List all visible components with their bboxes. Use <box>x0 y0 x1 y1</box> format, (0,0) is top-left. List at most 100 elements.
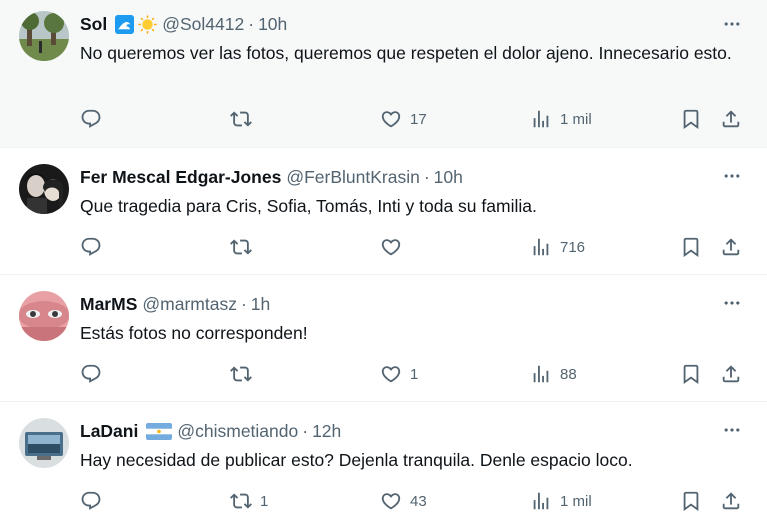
share-icon <box>720 236 742 258</box>
like-count: 1 <box>410 365 419 383</box>
tweet-header: Sol @Sol4412 · 10h <box>80 12 287 36</box>
share-icon <box>720 363 742 385</box>
bookmark-icon <box>680 490 702 512</box>
share-icon <box>720 108 742 130</box>
like-count: 43 <box>410 492 427 510</box>
avatar[interactable] <box>19 164 69 214</box>
like-icon <box>380 490 402 512</box>
view-count: 1 mil <box>560 492 592 510</box>
share-button[interactable] <box>720 489 742 513</box>
reply-button[interactable] <box>80 489 110 513</box>
share-button[interactable] <box>720 107 742 131</box>
retweet-icon <box>230 108 252 130</box>
bookmark-icon <box>680 108 702 130</box>
like-button[interactable] <box>380 235 410 259</box>
views-icon <box>530 236 552 258</box>
tweet-feed: Sol @Sol4412 · 10h No queremos ver las f… <box>0 0 767 517</box>
separator-dot: · <box>423 166 430 187</box>
retweet-button[interactable] <box>230 107 260 131</box>
reply-icon <box>80 490 102 512</box>
action-bar: 1 88 <box>80 362 750 386</box>
wave-emoji <box>115 14 135 34</box>
reply-tweet[interactable]: LaDani @chismetiando · 12h Hay necesidad… <box>0 402 767 517</box>
avatar[interactable] <box>19 418 69 468</box>
bookmark-button[interactable] <box>680 362 702 386</box>
display-name[interactable]: Fer Mescal Edgar-Jones <box>80 167 281 188</box>
retweet-button[interactable]: 1 <box>230 489 268 513</box>
like-icon <box>380 108 402 130</box>
bookmark-button[interactable] <box>680 489 702 513</box>
timestamp[interactable]: 12h <box>312 421 341 442</box>
tweet-header: Fer Mescal Edgar-Jones @FerBluntKrasin ·… <box>80 165 463 189</box>
view-count: 1 mil <box>560 110 592 128</box>
like-button[interactable]: 1 <box>380 362 418 386</box>
reply-button[interactable] <box>80 362 110 386</box>
timestamp[interactable]: 10h <box>434 167 463 188</box>
share-button[interactable] <box>720 235 742 259</box>
separator-dot: · <box>248 13 255 34</box>
tweet-text: No queremos ver las fotos, queremos que … <box>80 43 732 63</box>
views-button[interactable]: 716 <box>530 235 585 259</box>
separator-dot: · <box>240 293 247 314</box>
tweet-header: MarMS @marmtasz · 1h <box>80 292 270 316</box>
views-icon <box>530 363 552 385</box>
display-name[interactable]: MarMS <box>80 294 137 315</box>
view-count: 716 <box>560 238 586 256</box>
like-button[interactable]: 17 <box>380 107 427 131</box>
bookmark-icon <box>680 363 702 385</box>
reply-icon <box>80 236 102 258</box>
retweet-button[interactable] <box>230 362 260 386</box>
display-name[interactable]: Sol <box>80 14 107 35</box>
display-name[interactable]: LaDani <box>80 421 138 442</box>
separator-dot: · <box>302 420 309 441</box>
tweet-text: Estás fotos no corresponden! <box>80 323 308 343</box>
sun-emoji <box>138 14 157 34</box>
views-icon <box>530 490 552 512</box>
like-icon <box>380 363 402 385</box>
retweet-count: 1 <box>260 492 269 510</box>
retweet-icon <box>230 236 252 258</box>
user-handle[interactable]: @chismetiando <box>177 421 298 442</box>
retweet-icon <box>230 490 252 512</box>
timestamp[interactable]: 10h <box>258 14 287 35</box>
avatar[interactable] <box>19 11 69 61</box>
share-button[interactable] <box>720 362 742 386</box>
avatar[interactable] <box>19 291 69 341</box>
timestamp[interactable]: 1h <box>251 294 270 315</box>
retweet-icon <box>230 363 252 385</box>
more-icon[interactable] <box>721 292 743 314</box>
reply-icon <box>80 108 102 130</box>
views-button[interactable]: 88 <box>530 362 577 386</box>
share-icon <box>720 490 742 512</box>
more-icon[interactable] <box>721 419 743 441</box>
user-handle[interactable]: @Sol4412 <box>162 14 244 35</box>
argentina-flag-emoji <box>146 422 173 441</box>
bookmark-button[interactable] <box>680 107 702 131</box>
tweet-text: Que tragedia para Cris, Sofia, Tomás, In… <box>80 196 537 216</box>
action-bar: 716 <box>80 235 750 259</box>
retweet-button[interactable] <box>230 235 260 259</box>
bookmark-icon <box>680 236 702 258</box>
reply-button[interactable] <box>80 107 110 131</box>
tweet-header: LaDani @chismetiando · 12h <box>80 419 341 443</box>
more-icon[interactable] <box>721 13 743 35</box>
action-bar: 1 43 1 mil <box>80 489 750 513</box>
like-count: 17 <box>410 110 427 128</box>
reply-button[interactable] <box>80 235 110 259</box>
like-button[interactable]: 43 <box>380 489 427 513</box>
more-icon[interactable] <box>721 165 743 187</box>
reply-tweet[interactable]: Fer Mescal Edgar-Jones @FerBluntKrasin ·… <box>0 148 767 275</box>
view-count: 88 <box>560 365 577 383</box>
reply-icon <box>80 363 102 385</box>
views-icon <box>530 108 552 130</box>
user-handle[interactable]: @marmtasz <box>142 294 237 315</box>
action-bar: 17 1 mil <box>80 107 750 131</box>
reply-tweet[interactable]: Sol @Sol4412 · 10h No queremos ver las f… <box>0 0 767 148</box>
reply-tweet[interactable]: MarMS @marmtasz · 1h Estás fotos no corr… <box>0 275 767 402</box>
views-button[interactable]: 1 mil <box>530 489 592 513</box>
like-icon <box>380 236 402 258</box>
views-button[interactable]: 1 mil <box>530 107 592 131</box>
user-handle[interactable]: @FerBluntKrasin <box>286 167 420 188</box>
tweet-text: Hay necesidad de publicar esto? Dejenla … <box>80 450 633 470</box>
bookmark-button[interactable] <box>680 235 702 259</box>
